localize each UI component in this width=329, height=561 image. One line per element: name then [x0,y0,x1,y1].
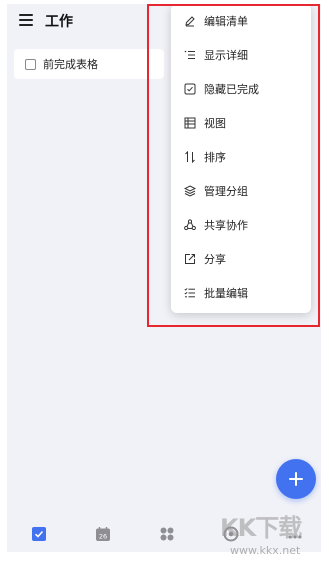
menu-item-view[interactable]: 视图 [171,108,311,138]
calendar-day: 26 [99,532,107,540]
hide-completed-icon [184,83,196,95]
menu-item-label: 视图 [204,117,226,130]
menu-item-edit-list[interactable]: 编辑清单 [171,6,311,36]
task-item[interactable]: 前完成表格 [14,49,164,79]
hamburger-menu-icon[interactable] [19,14,33,26]
menu-item-label: 管理分组 [204,185,248,198]
menu-item-label: 共享协作 [204,219,248,232]
menu-item-hide-completed[interactable]: 隐藏已完成 [171,74,311,104]
menu-item-show-details[interactable]: 显示详细 [171,40,311,70]
menu-item-share[interactable]: 分享 [171,244,311,274]
menu-item-sort[interactable]: 排序 [171,142,311,172]
list-options-menu: 编辑清单 显示详细 隐藏已完成 视图 排序 管理分组 共享协作 分享 批量编辑 [171,4,311,313]
bottom-navigation: 26 [7,516,321,552]
task-title: 前完成表格 [43,58,98,71]
menu-item-label: 排序 [204,151,226,164]
menu-item-manage-groups[interactable]: 管理分组 [171,176,311,206]
menu-item-label: 批量编辑 [204,287,248,300]
share-collab-icon [184,219,196,231]
app-screen: 工作 前完成表格 编辑清单 显示详细 隐藏已完成 视图 排序 管理分组 共享协作… [7,4,321,552]
menu-item-batch-edit[interactable]: 批量编辑 [171,278,311,308]
view-icon [184,117,196,129]
add-task-button[interactable] [276,459,316,499]
menu-item-label: 分享 [204,253,226,266]
calendar-nav-icon[interactable]: 26 [91,522,115,546]
export-icon [184,253,196,265]
layers-icon [184,185,196,197]
menu-item-label: 显示详细 [204,49,248,62]
tasks-nav-icon[interactable] [27,522,51,546]
focus-nav-icon[interactable] [219,522,243,546]
menu-item-label: 编辑清单 [204,15,248,28]
batch-edit-icon [184,287,196,299]
menu-item-share-collab[interactable]: 共享协作 [171,210,311,240]
more-nav-icon[interactable] [283,522,307,546]
plus-icon [289,472,303,486]
apps-nav-icon[interactable] [155,522,179,546]
menu-item-label: 隐藏已完成 [204,83,259,96]
sort-icon [184,151,196,163]
task-checkbox[interactable] [25,58,36,70]
list-details-icon [184,49,196,61]
page-title: 工作 [45,14,73,30]
pencil-icon [184,15,196,27]
